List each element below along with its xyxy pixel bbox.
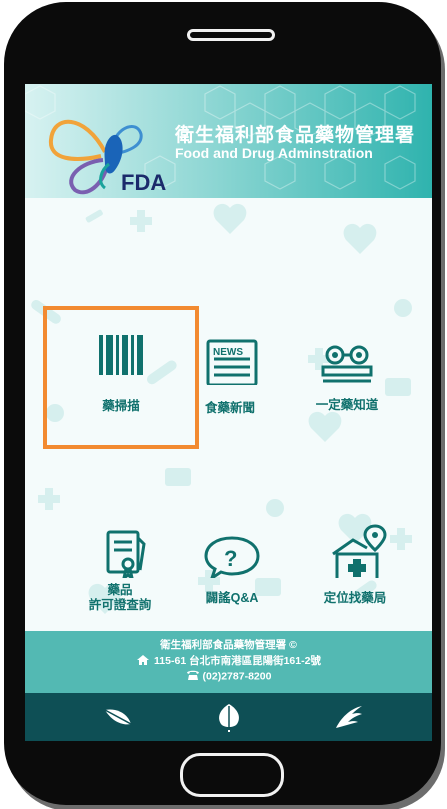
logo-text: FDA	[121, 170, 166, 195]
bottom-navbar	[25, 693, 432, 741]
leaf-icon	[219, 704, 239, 732]
home-icon	[136, 654, 150, 669]
phone-frame: FDA 衛生福利部食品藥物管理署 Food and Drug Adminstra…	[4, 2, 441, 805]
nav-item-2[interactable]	[212, 702, 246, 732]
footer-org: 衛生福利部食品藥物管理署 ©	[160, 639, 297, 651]
menu-area: 藥掃描 NEWS 食藥新聞 一定藥知道 藥品 許可證查詢 ? 闢謠Q&A 定位找…	[25, 198, 432, 631]
palm-leaf-icon	[336, 706, 362, 728]
app-screen: FDA 衛生福利部食品藥物管理署 Food and Drug Adminstra…	[25, 84, 432, 741]
menu-item-label: 定位找藥局	[323, 591, 387, 605]
footer-phone: (02)2787-8200	[202, 670, 272, 683]
svg-text:?: ?	[224, 546, 237, 571]
menu-item-label-line2: 許可證查詢	[88, 598, 152, 612]
menu-item-label: 一定藥知道	[315, 398, 379, 412]
nav-item-1[interactable]	[101, 702, 135, 732]
footer-address-row: 115-61 台北市南港區昆陽街161-2號	[25, 653, 432, 669]
question-bubble-icon: ?	[204, 536, 260, 578]
selected-highlight-frame	[43, 306, 199, 449]
glasses-book-icon	[321, 345, 373, 383]
footer-address: 115-61 台北市南港區昆陽街161-2號	[154, 655, 321, 667]
org-name-zh: 衛生福利部食品藥物管理署	[175, 125, 416, 146]
menu-item-label: 闢謠Q&A	[205, 591, 259, 605]
feather-icon	[104, 709, 132, 725]
nav-item-3[interactable]	[332, 702, 366, 732]
menu-item-license-search[interactable]: 藥品 許可證查詢	[60, 508, 180, 628]
svg-text:NEWS: NEWS	[213, 347, 243, 358]
app-header: FDA 衛生福利部食品藥物管理署 Food and Drug Adminstra…	[25, 84, 432, 198]
document-certificate-icon	[106, 530, 146, 578]
phone-home-button[interactable]	[180, 753, 284, 797]
fda-butterfly-logo: FDA	[48, 119, 166, 195]
phone-speaker	[187, 29, 275, 41]
org-name-en: Food and Drug Adminstration	[175, 145, 373, 161]
menu-item-find-pharmacy[interactable]: 定位找藥局	[295, 508, 415, 628]
menu-item-rumor-qa[interactable]: ? 闢謠Q&A	[172, 508, 292, 628]
phone-icon	[186, 669, 200, 684]
footer-phone-row: (02)2787-8200	[25, 669, 432, 684]
menu-item-label-line1: 藥品	[107, 583, 133, 597]
pharmacy-location-icon	[332, 524, 387, 578]
footer-info: 衛生福利部食品藥物管理署 © 115-61 台北市南港區昆陽街161-2號 (0…	[25, 631, 432, 693]
menu-item-must-know[interactable]: 一定藥知道	[287, 315, 407, 435]
